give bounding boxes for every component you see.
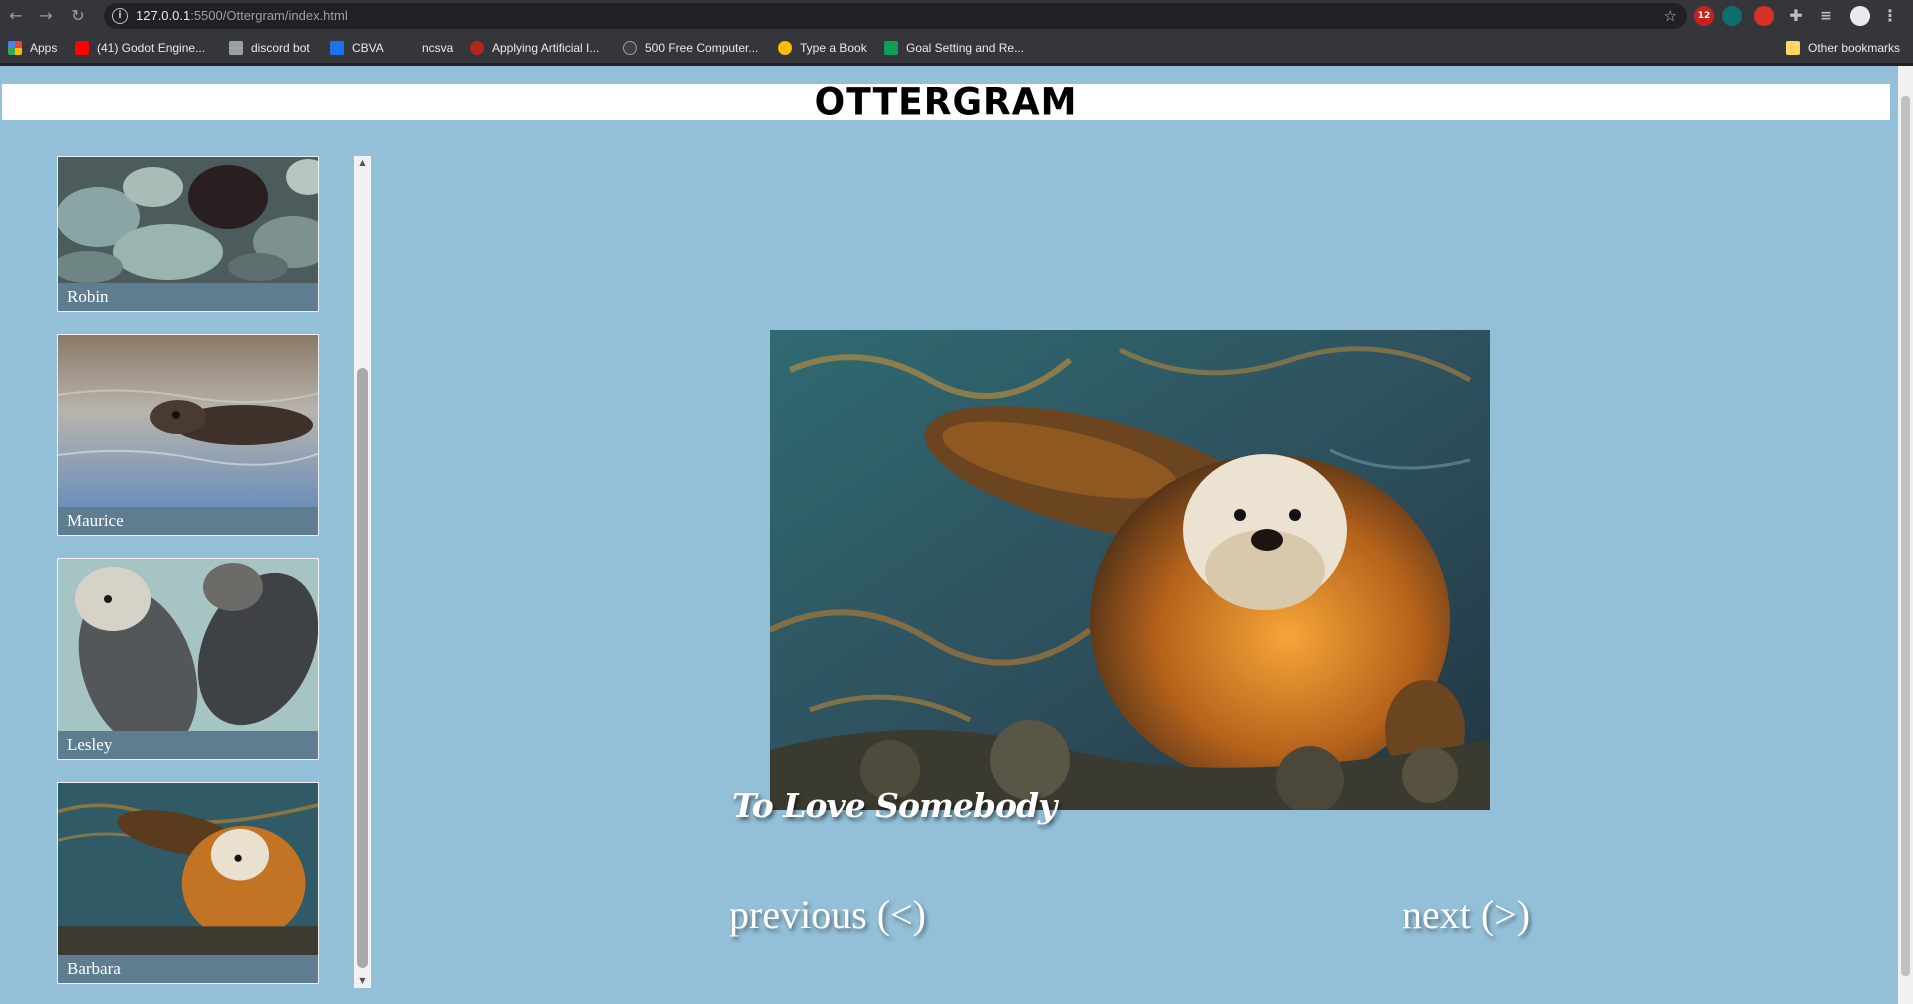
bookmark-label: CBVA bbox=[352, 41, 384, 55]
browser-toolbar: ← → ↻ i 127.0.0.1:5500/Ottergram/index.h… bbox=[0, 0, 1913, 32]
bookmark-discord-bot[interactable]: discord bot bbox=[229, 40, 310, 56]
thumbnail-image[interactable] bbox=[58, 559, 318, 731]
otters-holding-image bbox=[58, 559, 318, 731]
page-scrollbar[interactable] bbox=[1898, 66, 1913, 1004]
bookmark-ncsva[interactable]: ncsva bbox=[400, 40, 453, 56]
bookmark-goal-setting[interactable]: Goal Setting and Re... bbox=[884, 40, 1024, 56]
bookmark-cbva[interactable]: CBVA bbox=[330, 40, 384, 56]
otter-on-rocks-image bbox=[58, 157, 318, 283]
thumbnail-title: Robin bbox=[67, 287, 109, 306]
thumbnail-image[interactable] bbox=[58, 157, 318, 283]
extensions-puzzle-icon[interactable]: ✚ bbox=[1786, 6, 1806, 26]
url-path: :5500/Ottergram/index.html bbox=[190, 8, 348, 23]
bookmark-type-a-book[interactable]: Type a Book bbox=[778, 40, 867, 56]
extension-teal-icon[interactable] bbox=[1722, 6, 1742, 26]
bookmark-label: discord bot bbox=[251, 41, 310, 55]
bookmark-other[interactable]: Other bookmarks bbox=[1786, 40, 1900, 56]
type-a-book-icon bbox=[778, 41, 792, 55]
folder-icon bbox=[1786, 41, 1800, 55]
scroll-up-icon[interactable]: ▲ bbox=[354, 156, 371, 170]
bookmark-label: 500 Free Computer... bbox=[645, 41, 759, 55]
extension-badge-count: 12 bbox=[1697, 11, 1711, 21]
otter-floating-image bbox=[58, 335, 318, 507]
next-button[interactable]: next (>) bbox=[1402, 891, 1530, 939]
back-icon[interactable]: ← bbox=[6, 6, 26, 26]
thumbnail-list[interactable]: Robin Maurice Lesley Barbara bbox=[57, 156, 319, 986]
thumbnail-item-robin[interactable]: Robin bbox=[57, 156, 319, 312]
thumbnail-image[interactable] bbox=[58, 783, 318, 955]
thumbnail-title: Barbara bbox=[67, 959, 121, 978]
ai-course-icon bbox=[470, 41, 484, 55]
detail-image bbox=[770, 330, 1490, 810]
bookmark-500-free[interactable]: 500 Free Computer... bbox=[623, 40, 758, 56]
extension-record-icon[interactable] bbox=[1754, 6, 1774, 26]
bookmark-applying-ai[interactable]: Applying Artificial I... bbox=[470, 40, 599, 56]
url-host: 127.0.0.1 bbox=[136, 8, 191, 23]
apps-grid-icon bbox=[8, 41, 22, 55]
scrollbar-thumb[interactable] bbox=[357, 368, 368, 968]
reload-icon[interactable]: ↻ bbox=[68, 6, 88, 26]
thumbnail-item-maurice[interactable]: Maurice bbox=[57, 334, 319, 536]
otter-in-water-image bbox=[58, 783, 318, 955]
bookmark-label: Type a Book bbox=[800, 41, 867, 55]
free-courses-icon bbox=[623, 41, 637, 55]
thumbnail-title: Lesley bbox=[67, 735, 113, 754]
logo-title: OTTERGRAM bbox=[814, 80, 1078, 124]
youtube-icon bbox=[75, 41, 89, 55]
cbva-icon bbox=[330, 41, 344, 55]
detail-otter-image bbox=[770, 330, 1490, 810]
menu-icon[interactable]: ⋮ bbox=[1880, 6, 1900, 26]
thumbnail-title: Maurice bbox=[67, 511, 124, 530]
page-header: OTTERGRAM bbox=[2, 80, 1890, 124]
sheets-icon bbox=[884, 41, 898, 55]
bookmarks-bar: Apps (41) Godot Engine... discord bot CB… bbox=[0, 32, 1913, 64]
scroll-down-icon[interactable]: ▼ bbox=[354, 974, 371, 988]
url-text[interactable]: 127.0.0.1:5500/Ottergram/index.html bbox=[136, 8, 348, 24]
bookmark-label: Applying Artificial I... bbox=[492, 41, 600, 55]
thumbnail-item-lesley[interactable]: Lesley bbox=[57, 558, 319, 760]
ncsva-icon bbox=[400, 41, 414, 55]
page-icon bbox=[229, 41, 243, 55]
profile-avatar-icon[interactable] bbox=[1850, 6, 1870, 26]
bookmark-star-icon[interactable]: ☆ bbox=[1664, 6, 1677, 26]
thumbnail-image[interactable] bbox=[58, 335, 318, 507]
site-info-icon[interactable]: i bbox=[112, 8, 128, 24]
bookmark-godot[interactable]: (41) Godot Engine... bbox=[75, 40, 205, 56]
bookmark-label: ncsva bbox=[422, 41, 454, 55]
bookmark-label: Apps bbox=[30, 41, 58, 55]
extension-badge-icon[interactable]: 12 bbox=[1694, 6, 1714, 26]
detail-title: To Love Somebody bbox=[732, 786, 1057, 825]
bookmark-label: (41) Godot Engine... bbox=[97, 41, 206, 55]
bookmark-label: Goal Setting and Re... bbox=[906, 41, 1025, 55]
thumbnail-list-scrollbar[interactable]: ▲ ▼ bbox=[354, 156, 371, 988]
bookmark-label: Other bookmarks bbox=[1808, 41, 1901, 55]
forward-icon[interactable]: → bbox=[36, 6, 56, 26]
address-bar[interactable]: i 127.0.0.1:5500/Ottergram/index.html ☆ bbox=[104, 3, 1687, 29]
previous-button[interactable]: previous (<) bbox=[729, 891, 926, 939]
page-scrollbar-thumb[interactable] bbox=[1901, 96, 1910, 976]
thumbnail-item-barbara[interactable]: Barbara bbox=[57, 782, 319, 984]
page-viewport: OTTERGRAM Robin Maurice Lesley Barbara ▲… bbox=[0, 66, 1913, 1004]
reading-list-icon[interactable]: ≡ bbox=[1816, 6, 1836, 26]
bookmark-apps[interactable]: Apps bbox=[8, 40, 57, 56]
